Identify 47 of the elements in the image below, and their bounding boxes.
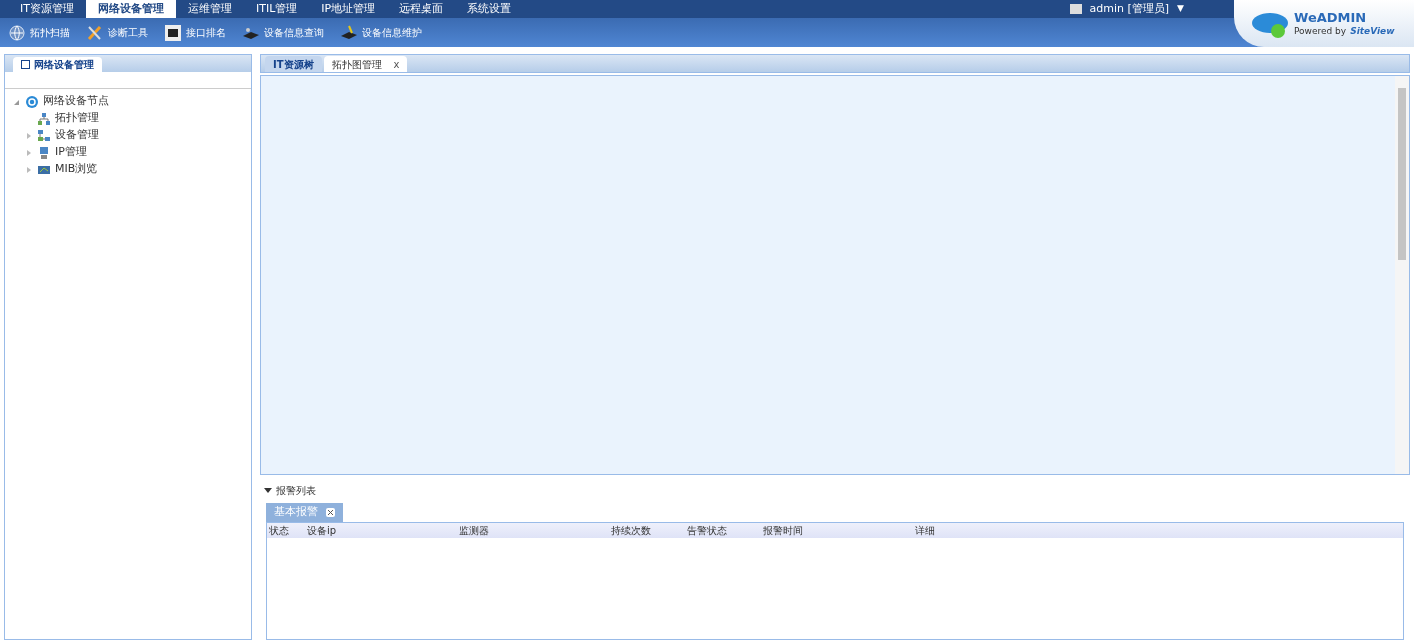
toolbar-button[interactable]: 设备信息维护 [340,23,422,42]
close-icon[interactable] [326,508,335,517]
column-header[interactable]: 报警时间 [761,523,913,538]
menu-item[interactable]: 网络设备管理 [85,0,176,18]
panel-tab[interactable]: 网络设备管理 [13,57,102,72]
menu-item[interactable]: 系统设置 [455,0,524,18]
computer-icon [37,145,51,160]
device-icon [340,23,358,42]
collapsed-arrow-icon[interactable] [25,148,33,157]
tools-icon [86,23,104,42]
brand-title: WeADMIN [1294,9,1368,26]
column-header[interactable]: 详细 [913,523,1403,538]
column-header[interactable]: 监测器 [457,523,609,538]
network-icon [37,128,51,143]
tab[interactable]: 拓扑图管理 x [323,56,408,72]
toolbar-button[interactable]: 诊断工具 [86,23,148,42]
powered-by-text: Powered by [1294,26,1347,38]
column-header[interactable]: 设备ip [305,523,457,538]
column-header[interactable]: 持续次数 [609,523,685,538]
user-menu[interactable]: admin [管理员] ▼ [1069,0,1184,18]
menu-item[interactable]: 运维管理 [175,0,244,18]
toolbar-button[interactable]: 设备信息查询 [242,23,324,42]
collapsed-arrow-icon[interactable] [25,131,33,140]
tree-item[interactable]: IP管理 [55,144,87,161]
menu-item[interactable]: 远程桌面 [387,0,456,18]
panel-title: 报警列表 [276,483,316,498]
tree-item[interactable]: MIB浏览 [55,161,98,178]
column-header[interactable]: 状态 [267,523,305,538]
scrollbar[interactable] [1395,76,1409,474]
tree-item[interactable]: 网络设备节点 [43,93,109,110]
collapsed-arrow-icon[interactable] [25,165,33,174]
tab[interactable]: IT资源树 [265,56,322,72]
logo-icon [25,94,39,109]
product-logo: SiteView [1350,26,1395,38]
menu-item[interactable]: IP地址管理 [309,0,388,18]
port-icon [164,23,182,42]
topology-icon [37,111,51,126]
collapse-arrow-icon[interactable] [264,486,272,494]
menu-item[interactable]: ITIL管理 [243,0,310,18]
close-icon[interactable]: x [393,56,400,72]
toolbar-button[interactable]: 拓扑扫描 [8,23,70,42]
menu-item[interactable]: IT资源管理 [8,0,86,18]
tree-item[interactable]: 拓扑管理 [55,110,99,127]
column-header[interactable]: 告警状态 [685,523,761,538]
toolbar-button[interactable]: 接口排名 [164,23,226,42]
tree-item[interactable]: 设备管理 [55,127,99,144]
globe-icon [8,23,26,42]
